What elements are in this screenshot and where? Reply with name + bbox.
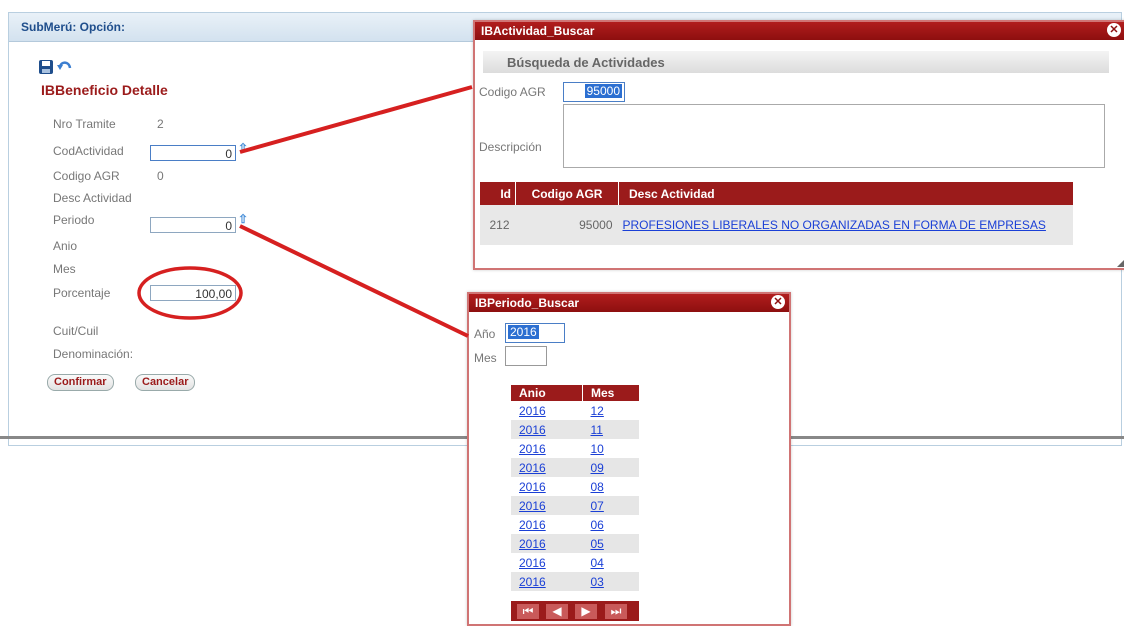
annotation-overlay: [137, 85, 473, 338]
annotation-arrow-periodo: [239, 224, 469, 338]
annotation-circle-porcentaje: [137, 266, 243, 320]
annotation-arrow-actividad: [239, 85, 473, 154]
